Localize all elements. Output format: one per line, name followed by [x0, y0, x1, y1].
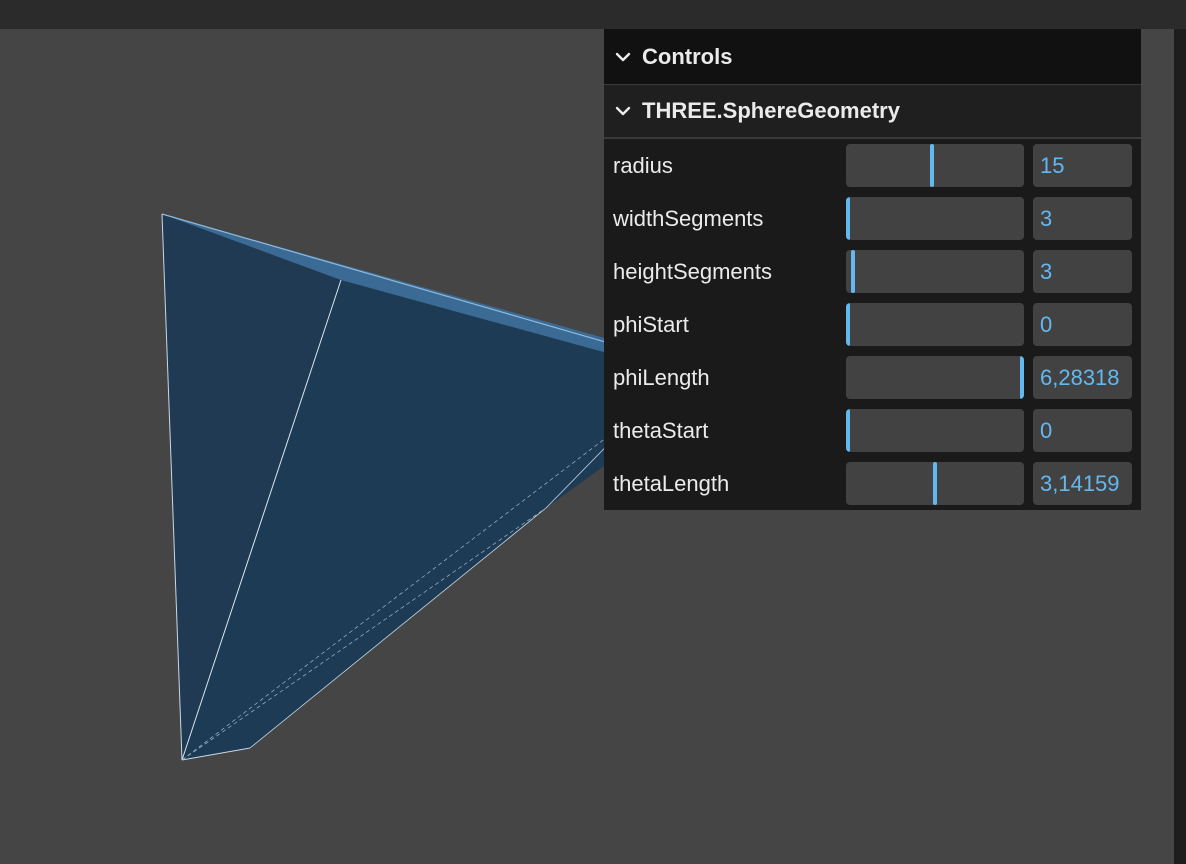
- slider-thumb[interactable]: [846, 409, 850, 452]
- param-label: heightSegments: [613, 258, 772, 284]
- param-row-widthSegments: widthSegments 3: [604, 192, 1141, 245]
- param-number-input-phiLength[interactable]: 6,28318: [1033, 356, 1132, 399]
- slider-thumb[interactable]: [846, 303, 850, 346]
- param-label: radius: [613, 152, 673, 178]
- controls-title: Controls: [642, 43, 733, 69]
- param-number-input-thetaLength[interactable]: 3,14159: [1033, 462, 1132, 505]
- slider-thumb[interactable]: [933, 462, 937, 505]
- param-label: thetaStart: [613, 417, 709, 443]
- param-number-input-radius[interactable]: 15: [1033, 144, 1132, 187]
- param-slider-radius[interactable]: [846, 144, 1024, 187]
- param-number-input-phiStart[interactable]: 0: [1033, 303, 1132, 346]
- param-number-input-thetaStart[interactable]: 0: [1033, 409, 1132, 452]
- chevron-down-icon: [615, 52, 631, 61]
- param-slider-phiStart[interactable]: [846, 303, 1024, 346]
- param-label: phiLength: [613, 364, 710, 390]
- param-label: widthSegments: [613, 205, 764, 231]
- param-slider-thetaLength[interactable]: [846, 462, 1024, 505]
- slider-thumb[interactable]: [851, 250, 855, 293]
- folder-title: THREE.SphereGeometry: [642, 98, 900, 123]
- param-number-input-heightSegments[interactable]: 3: [1033, 250, 1132, 293]
- param-number-input-widthSegments[interactable]: 3: [1033, 197, 1132, 240]
- param-label: thetaLength: [613, 470, 730, 496]
- param-list: radius 15 widthSegments 3 heightSegments 3 phi…: [604, 139, 1141, 510]
- param-row-phiLength: phiLength 6,28318: [604, 351, 1141, 404]
- controls-title-bar[interactable]: Controls: [604, 29, 1141, 85]
- param-label: phiStart: [613, 311, 689, 337]
- param-slider-heightSegments[interactable]: [846, 250, 1024, 293]
- folder-title-bar[interactable]: THREE.SphereGeometry: [604, 85, 1141, 139]
- param-slider-thetaStart[interactable]: [846, 409, 1024, 452]
- param-row-phiStart: phiStart 0: [604, 298, 1141, 351]
- param-row-heightSegments: heightSegments 3: [604, 245, 1141, 298]
- param-slider-phiLength[interactable]: [846, 356, 1024, 399]
- slider-thumb[interactable]: [846, 197, 850, 240]
- slider-thumb[interactable]: [1020, 356, 1024, 399]
- controls-panel: Controls THREE.SphereGeometry radius 15 wi…: [604, 29, 1141, 510]
- param-slider-widthSegments[interactable]: [846, 197, 1024, 240]
- chevron-down-icon: [615, 106, 631, 116]
- param-row-radius: radius 15: [604, 139, 1141, 192]
- slider-thumb[interactable]: [930, 144, 934, 187]
- param-row-thetaLength: thetaLength 3,14159: [604, 457, 1141, 510]
- param-row-thetaStart: thetaStart 0: [604, 404, 1141, 457]
